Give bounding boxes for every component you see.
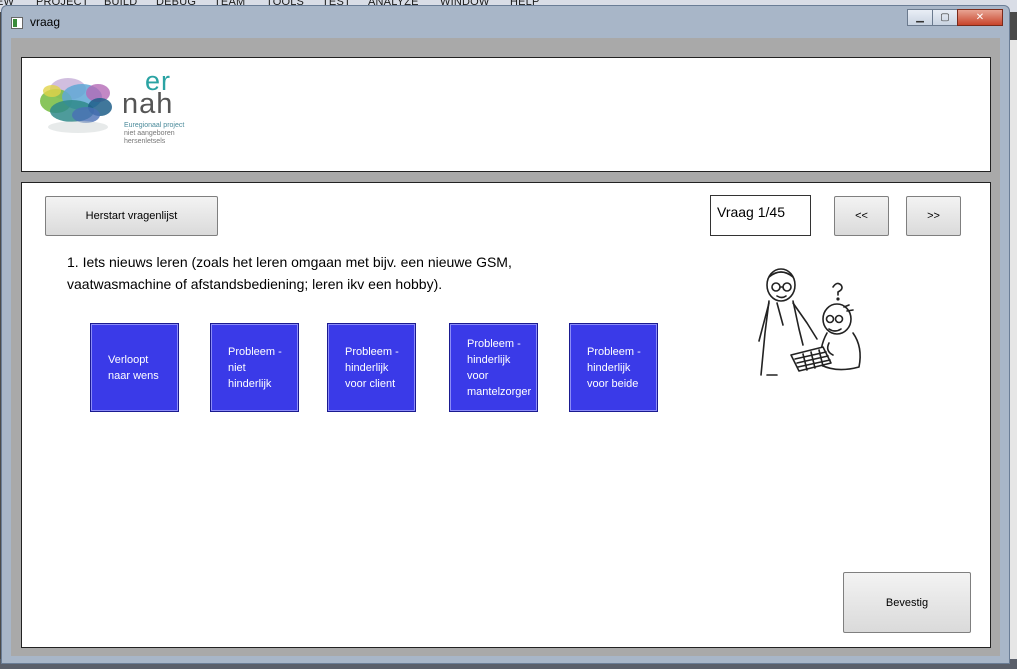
question-panel: Herstart vragenlijst Vraag 1/45 << >> 1.… xyxy=(21,182,991,648)
answer-label-line: naar wens xyxy=(108,369,159,382)
answer-option-problem-hindering-caregiver[interactable]: Probleem - hinderlijk voor mantelzorger xyxy=(449,323,538,412)
confirm-button[interactable]: Bevestig xyxy=(843,572,971,633)
question-text: 1. Iets nieuws leren (zoals het leren om… xyxy=(67,251,627,295)
answer-label-line: hinderlijk xyxy=(345,361,389,374)
answer-label-line: mantelzorger xyxy=(467,385,532,398)
maximize-button[interactable]: ▢ xyxy=(932,9,958,26)
app-window-icon xyxy=(11,17,23,29)
answer-label-line: Probleem - xyxy=(345,345,399,358)
answer-label-line: hinderlijk xyxy=(467,353,511,366)
answer-option-as-desired[interactable]: Verloopt naar wens xyxy=(90,323,179,412)
logo-nah-text: nah xyxy=(122,88,174,120)
answer-label-line: voor client xyxy=(345,377,396,390)
logo-subtitle: Euregionaal project niet aangeboren hers… xyxy=(124,122,184,146)
window-title: vraag xyxy=(30,15,61,29)
answer-option-problem-hindering-both[interactable]: Probleem - hinderlijk voor beide xyxy=(569,323,658,412)
header-panel: er nah Euregionaal project niet aangebor… xyxy=(21,57,991,172)
caption-buttons: ▁ ▢ ✕ xyxy=(907,9,1003,26)
question-line: 1. Iets nieuws leren (zoals het leren om… xyxy=(67,254,512,270)
window-client-area: er nah Euregionaal project niet aangebor… xyxy=(11,38,1000,656)
logo-subtitle-line: niet aangeboren xyxy=(124,130,175,137)
next-question-button[interactable]: >> xyxy=(906,196,961,236)
answer-label-line: Probleem - xyxy=(587,345,641,358)
answer-label-line: Verloopt xyxy=(108,353,149,366)
question-counter: Vraag 1/45 xyxy=(710,195,811,236)
title-bar[interactable]: vraag ▁ ▢ ✕ xyxy=(2,6,1009,36)
logo-subtitle-line: Euregionaal project xyxy=(124,122,185,129)
answer-label-line: hinderlijk xyxy=(228,377,272,390)
learning-illustration-icon xyxy=(758,268,861,376)
app-window: vraag ▁ ▢ ✕ er nah Euregionaal project n… xyxy=(1,5,1010,664)
answer-label-line: voor xyxy=(467,369,489,382)
restart-questionnaire-button[interactable]: Herstart vragenlijst xyxy=(45,196,218,236)
close-button[interactable]: ✕ xyxy=(957,9,1003,26)
minimize-button[interactable]: ▁ xyxy=(907,9,933,26)
answer-label-line: voor beide xyxy=(587,377,639,390)
previous-question-button[interactable]: << xyxy=(834,196,889,236)
answer-label-line: Probleem - xyxy=(467,337,521,350)
answer-label-line: hinderlijk xyxy=(587,361,631,374)
question-line: vaatwasmachine of afstandsbediening; ler… xyxy=(67,276,443,292)
answer-option-problem-not-hindering[interactable]: Probleem - niet hinderlijk xyxy=(210,323,299,412)
answer-option-problem-hindering-client[interactable]: Probleem - hinderlijk voor client xyxy=(327,323,416,412)
logo-subtitle-line: hersenletsels xyxy=(124,138,166,145)
answer-label-line: Probleem - xyxy=(228,345,282,358)
answer-label-line: niet xyxy=(228,361,246,374)
